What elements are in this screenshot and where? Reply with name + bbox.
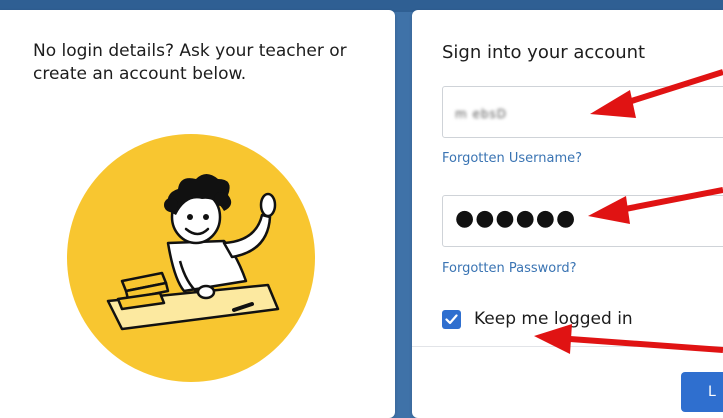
signin-title: Sign into your account — [442, 42, 646, 63]
student-illustration — [67, 134, 315, 382]
forgotten-username-link[interactable]: Forgotten Username? — [442, 151, 582, 166]
password-value: ●●●●●● — [455, 206, 577, 231]
signin-card: Sign into your account m ebsD Forgotten … — [412, 10, 723, 418]
no-login-message: No login details? Ask your teacher or cr… — [33, 41, 347, 84]
forgotten-password-link[interactable]: Forgotten Password? — [442, 261, 576, 276]
username-field[interactable]: m ebsD — [442, 86, 723, 138]
password-field[interactable]: ●●●●●● — [442, 195, 723, 247]
checkmark-icon — [445, 313, 458, 324]
keep-logged-in-row[interactable]: Keep me logged in — [442, 308, 633, 330]
keep-logged-in-checkbox[interactable] — [442, 309, 461, 329]
footer-divider — [412, 346, 723, 347]
info-card: No login details? Ask your teacher or cr… — [0, 10, 395, 418]
login-button[interactable]: L — [681, 372, 723, 412]
raised-hand — [259, 192, 277, 218]
keep-logged-in-label: Keep me logged in — [474, 309, 633, 329]
username-value: m ebsD — [455, 107, 507, 121]
